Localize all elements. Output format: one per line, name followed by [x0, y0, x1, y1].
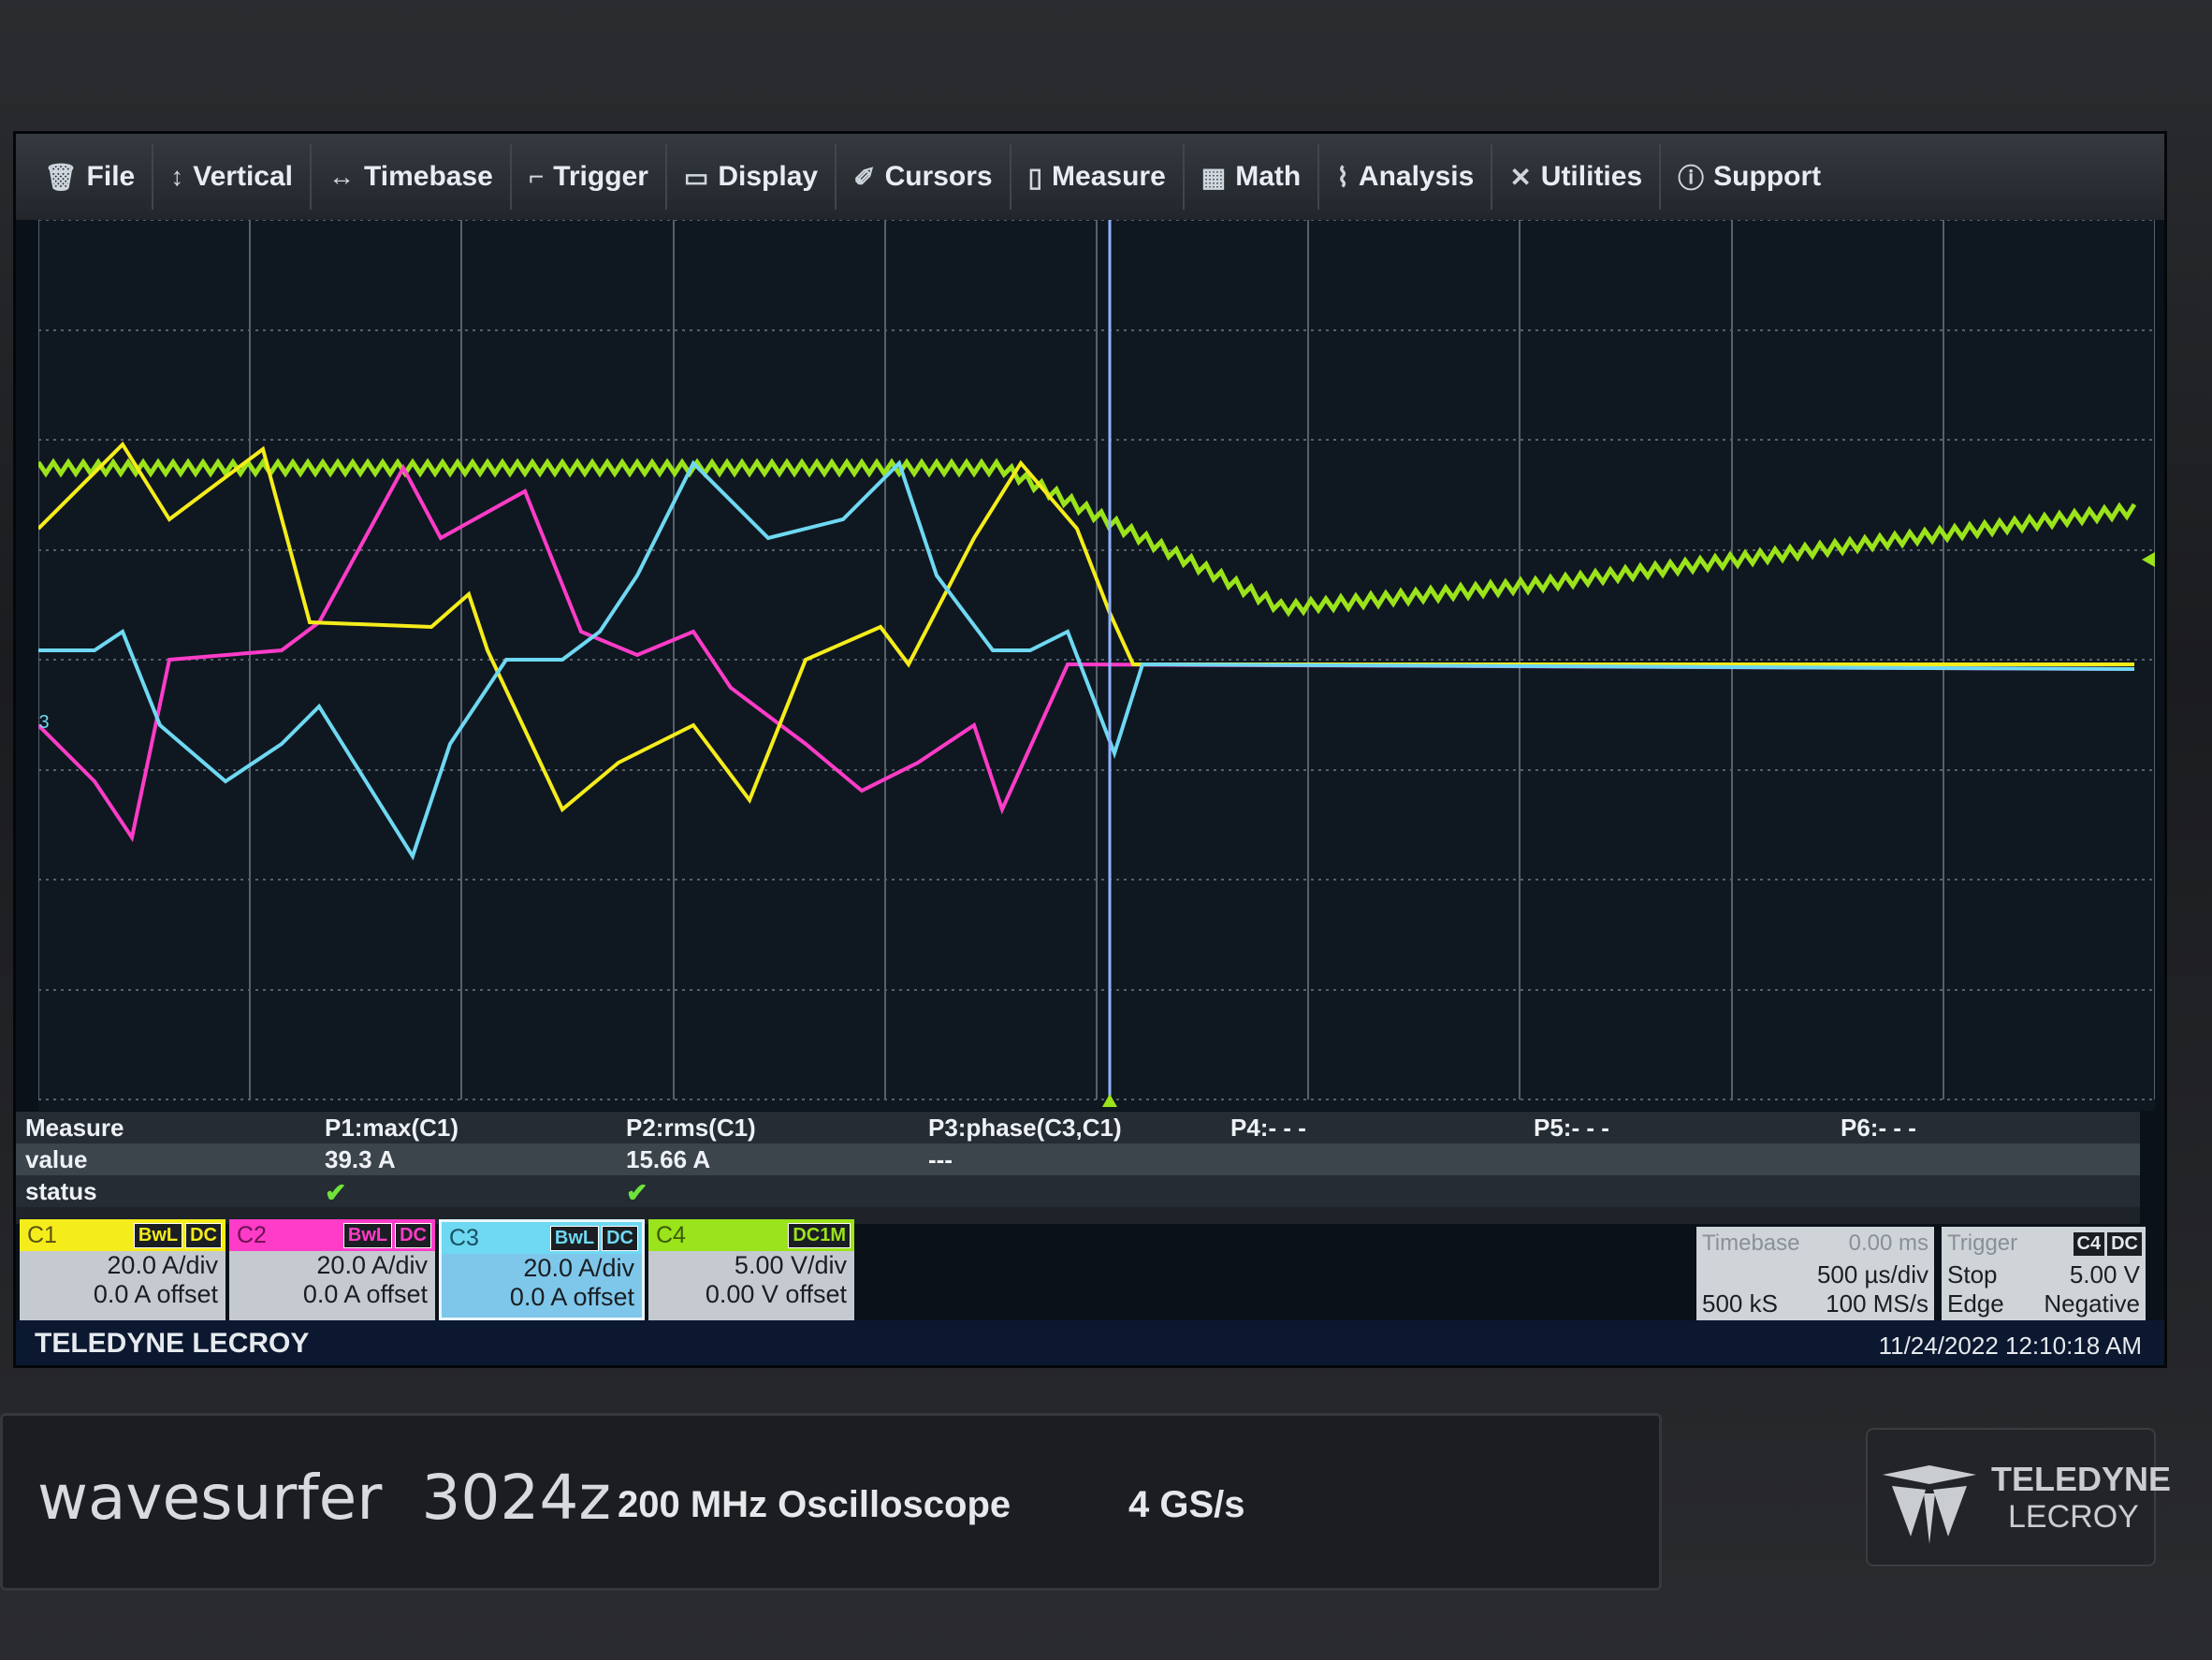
timebase-descriptor[interactable]: Timebase 0.00 ms 500 µs/div 500 kS 100 M…	[1696, 1227, 1934, 1328]
menu-display[interactable]: ▭ Display	[667, 144, 837, 210]
screen-footer: TELEDYNE LECROY 11/24/2022 12:10:18 AM	[16, 1320, 2164, 1365]
trigger-type: Edge	[1947, 1289, 2004, 1318]
teledyne-logo-icon	[1883, 1465, 1976, 1544]
measure-row-status: status ✔ ✔	[16, 1175, 2140, 1207]
c4-label: C4	[656, 1221, 686, 1248]
trigger-mode: Stop	[1947, 1260, 1998, 1289]
c3-ground-marker: C3	[38, 712, 50, 733]
menu-support[interactable]: ⓘ Support	[1661, 144, 1838, 210]
param-p2-name[interactable]: P2:rms(C1)	[626, 1114, 756, 1143]
trigger-slope: Negative	[2044, 1289, 2140, 1318]
cursors-icon: ✐	[853, 162, 876, 192]
c2-scale: 20.0 A/div	[316, 1251, 428, 1279]
measure-row-names: Measure P1:max(C1) P2:rms(C1) P3:phase(C…	[16, 1112, 2140, 1143]
value-row-label: value	[25, 1145, 88, 1173]
param-p5-name[interactable]: P5:- - -	[1534, 1114, 1609, 1143]
status-row-label: status	[25, 1177, 97, 1205]
front-panel: wavesurfer 3024z 200 MHz Oscilloscope 4 …	[0, 1413, 2212, 1628]
param-p4-name[interactable]: P4:- - -	[1230, 1114, 1306, 1143]
menu-math[interactable]: ▦ Math	[1185, 144, 1320, 210]
param-p3-name[interactable]: P3:phase(C3,C1)	[928, 1114, 1122, 1143]
timebase-icon: ↔	[327, 162, 355, 191]
trigger-descriptor[interactable]: Trigger C4 DC Stop 5.00 V Edge Negative	[1942, 1227, 2146, 1328]
timebase-rate: 500 µs/div	[1816, 1260, 1928, 1289]
measure-icon: ▯	[1027, 162, 1043, 192]
trace-c1	[38, 441, 2134, 813]
timebase-sample-rate: 100 MS/s	[1826, 1289, 1928, 1318]
c4-offset: 0.00 V offset	[705, 1280, 847, 1308]
c4-scale: 5.00 V/div	[734, 1251, 847, 1279]
waveform-display[interactable]: C3	[38, 220, 2155, 1111]
timebase-samples: 500 kS	[1702, 1289, 1778, 1318]
utilities-icon: ✕	[1509, 162, 1532, 192]
c4-level-marker[interactable]	[2142, 552, 2155, 567]
c3-offset: 0.0 A offset	[509, 1283, 634, 1311]
measure-table[interactable]: Measure P1:max(C1) P2:rms(C1) P3:phase(C…	[16, 1112, 2140, 1224]
channel-c4-descriptor[interactable]: C4 DC1M 5.00 V/div 0.00 V offset	[648, 1219, 854, 1320]
menu-timebase[interactable]: ↔ Timebase	[312, 144, 512, 210]
math-icon: ▦	[1201, 162, 1227, 192]
param-p2-status-icon: ✔	[626, 1178, 648, 1207]
bandwidth-label: 200 MHz Oscilloscope	[618, 1484, 1011, 1525]
param-p1-value: 39.3 A	[325, 1145, 396, 1173]
display-icon: ▭	[683, 162, 709, 192]
waveform-grid[interactable]: C3	[38, 220, 2155, 1111]
trigger-label: Trigger	[1947, 1230, 2018, 1256]
channel-c1-descriptor[interactable]: C1 BwL DC 20.0 A/div 0.0 A offset	[20, 1219, 226, 1320]
trace-c4	[38, 458, 2137, 618]
param-p6-name[interactable]: P6:- - -	[1841, 1114, 1916, 1143]
timebase-label: Timebase	[1702, 1230, 1800, 1256]
trigger-level: 5.00 V	[2069, 1260, 2140, 1289]
timebase-delay: 0.00 ms	[1848, 1230, 1928, 1256]
param-p1-name[interactable]: P1:max(C1)	[325, 1114, 458, 1143]
vertical-icon: ↕	[170, 162, 184, 191]
menu-cursors[interactable]: ✐ Cursors	[837, 144, 1011, 210]
sample-rate-label: 4 GS/s	[1128, 1484, 1245, 1525]
trigger-icon: ⌐	[528, 162, 545, 191]
graticule	[38, 220, 2155, 1100]
param-p1-status-icon: ✔	[325, 1178, 347, 1207]
menu-analysis[interactable]: ⌇ Analysis	[1319, 144, 1493, 210]
menu-utilities[interactable]: ✕ Utilities	[1492, 144, 1662, 210]
menu-trigger[interactable]: ⌐ Trigger	[512, 144, 667, 210]
model-label: wavesurfer 3024z	[37, 1462, 611, 1534]
c3-label: C3	[449, 1224, 479, 1251]
timestamp: 11/24/2022 12:10:18 AM	[1878, 1332, 2142, 1360]
channel-c2-descriptor[interactable]: C2 BwL DC 20.0 A/div 0.0 A offset	[229, 1219, 435, 1320]
c1-offset: 0.0 A offset	[93, 1280, 218, 1308]
menu-vertical[interactable]: ↕ Vertical	[153, 144, 312, 210]
menu-measure[interactable]: ▯ Measure	[1011, 144, 1185, 210]
channel-c3-descriptor[interactable]: C3 BwL DC 20.0 A/div 0.0 A offset	[439, 1219, 645, 1320]
trace-c2	[38, 463, 2135, 843]
menu-file[interactable]: 🗑 File	[27, 144, 154, 210]
param-p3-value: ---	[928, 1145, 953, 1173]
measure-row-label: Measure	[25, 1114, 124, 1142]
teledyne-logo: TELEDYNE LECROY	[1866, 1428, 2171, 1566]
c1-label: C1	[27, 1221, 57, 1248]
support-icon: ⓘ	[1678, 164, 1705, 193]
c2-label: C2	[237, 1221, 267, 1248]
file-icon: 🗑	[44, 162, 78, 192]
analysis-icon: ⌇	[1336, 162, 1349, 192]
oscilloscope-screen: 🗑 File ↕ Vertical ↔ Timebase ⌐ Trigger ▭ Disp…	[13, 131, 2167, 1368]
brand-label: TELEDYNE LECROY	[35, 1328, 310, 1359]
param-p2-value: 15.66 A	[626, 1145, 711, 1173]
c1-scale: 20.0 A/div	[107, 1251, 218, 1279]
c2-offset: 0.0 A offset	[302, 1280, 428, 1308]
measure-row-values: value 39.3 A 15.66 A ---	[16, 1143, 2140, 1175]
trigger-position-marker[interactable]	[1102, 1094, 1117, 1107]
menu-bar: 🗑 File ↕ Vertical ↔ Timebase ⌐ Trigger ▭ Disp…	[16, 134, 2164, 220]
c3-scale: 20.0 A/div	[523, 1254, 634, 1282]
